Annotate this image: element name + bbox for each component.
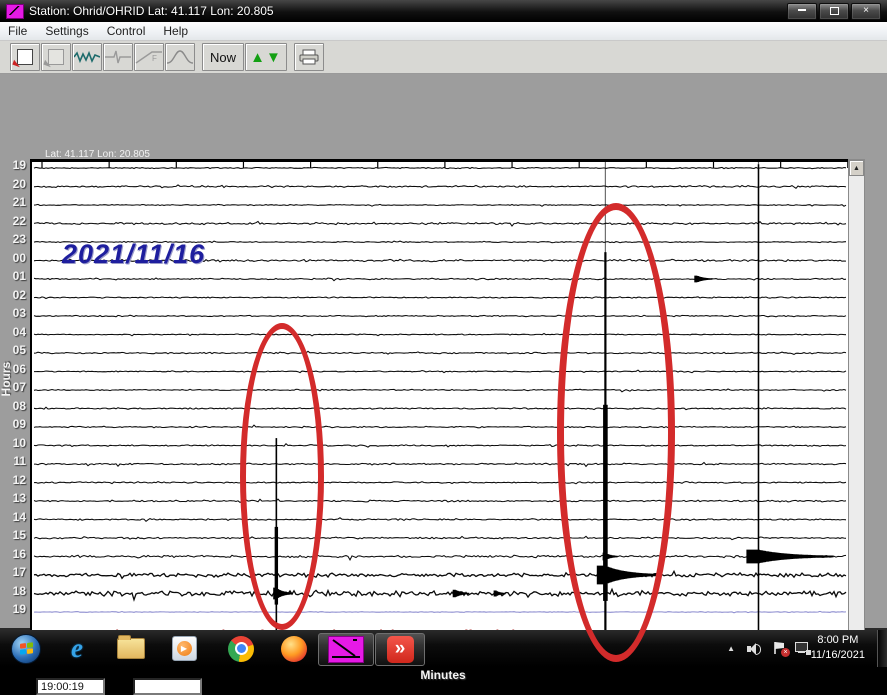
hour-label-7: 02 bbox=[2, 288, 26, 302]
toolbar: F Now ▲▼ bbox=[0, 41, 887, 74]
close-button[interactable]: × bbox=[851, 3, 881, 20]
waveform-button[interactable] bbox=[72, 43, 102, 71]
taskbar-firefox[interactable] bbox=[277, 633, 311, 664]
window-controls: × bbox=[787, 3, 881, 20]
taskbar-file-explorer[interactable] bbox=[114, 633, 148, 664]
hour-label-12: 07 bbox=[2, 380, 26, 394]
hour-label-24: 19 bbox=[2, 602, 26, 616]
bell-curve-icon bbox=[166, 49, 194, 65]
helicorder-plot[interactable]: Sample rate: 18.28 Decimate factor: Gain… bbox=[30, 159, 848, 654]
window-title: Station: Ohrid/OHRID Lat: 41.117 Lon: 20… bbox=[29, 4, 274, 18]
copy-icon bbox=[48, 49, 64, 65]
minutes-axis-label: Minutes bbox=[398, 668, 488, 682]
flag-alert-icon: × bbox=[774, 642, 787, 655]
hour-label-11: 06 bbox=[2, 362, 26, 376]
aux-input[interactable] bbox=[133, 678, 202, 695]
taskbar-anydesk[interactable]: » bbox=[375, 633, 425, 666]
hour-label-10: 05 bbox=[2, 343, 26, 357]
tray-network[interactable] bbox=[795, 630, 811, 667]
svg-text:F: F bbox=[152, 54, 157, 63]
start-time-input[interactable] bbox=[36, 678, 105, 695]
hour-label-23: 18 bbox=[2, 584, 26, 598]
filter-button-disabled[interactable]: F bbox=[134, 43, 164, 71]
hour-label-3: 22 bbox=[2, 214, 26, 228]
copy-button-disabled[interactable] bbox=[41, 43, 71, 71]
green-up-arrow-icon: ▲ bbox=[250, 49, 266, 66]
clock-time: 8:00 PM bbox=[811, 633, 865, 648]
menu-item-help[interactable]: Help bbox=[163, 24, 188, 38]
tray-up-arrow-icon: ▲ bbox=[727, 644, 735, 653]
internet-explorer-icon: e bbox=[71, 633, 83, 664]
hour-label-20: 15 bbox=[2, 528, 26, 542]
impulse-button-disabled[interactable] bbox=[103, 43, 133, 71]
network-icon bbox=[795, 642, 811, 655]
hour-label-0: 19 bbox=[2, 158, 26, 172]
vertical-scrollbar[interactable]: ▲ ▼ bbox=[848, 159, 865, 652]
hour-label-5: 00 bbox=[2, 251, 26, 265]
hour-label-9: 04 bbox=[2, 325, 26, 339]
media-player-icon: ▶ bbox=[172, 636, 197, 661]
hour-label-16: 11 bbox=[2, 454, 26, 468]
print-button[interactable] bbox=[294, 43, 324, 71]
folder-icon bbox=[117, 638, 145, 659]
hour-label-18: 13 bbox=[2, 491, 26, 505]
hour-label-1: 20 bbox=[2, 177, 26, 191]
now-button[interactable]: Now bbox=[202, 43, 244, 71]
hour-label-21: 16 bbox=[2, 547, 26, 561]
taskbar-media-player[interactable]: ▶ bbox=[167, 633, 201, 664]
scrollbar-up-icon[interactable]: ▲ bbox=[849, 160, 864, 176]
windows-start-icon bbox=[11, 634, 41, 664]
client-area: Lat: 41.117 Lon: 20.805 Hours 1920212223… bbox=[0, 74, 887, 630]
menu-item-control[interactable]: Control bbox=[107, 24, 146, 38]
hour-label-8: 03 bbox=[2, 306, 26, 320]
plot-header-latlon: Lat: 41.117 Lon: 20.805 bbox=[45, 149, 150, 160]
chrome-icon bbox=[228, 636, 254, 662]
impulse-icon bbox=[105, 50, 131, 64]
hour-label-13: 08 bbox=[2, 399, 26, 413]
date-label: 2021/11/16 bbox=[62, 239, 205, 270]
clock-date: 11/16/2021 bbox=[811, 648, 865, 663]
scroll-updown-button[interactable]: ▲▼ bbox=[245, 43, 287, 71]
taskbar-internet-explorer[interactable]: e bbox=[60, 633, 94, 664]
tray-show-hidden[interactable]: ▲ bbox=[727, 630, 735, 667]
hour-label-2: 21 bbox=[2, 195, 26, 209]
start-button[interactable] bbox=[10, 633, 42, 664]
tray-action-center[interactable]: × bbox=[774, 630, 787, 667]
taskbar-clock[interactable]: 8:00 PM 11/16/2021 bbox=[811, 633, 865, 663]
firefox-icon bbox=[281, 636, 307, 662]
seismogram-traces bbox=[32, 162, 848, 652]
hour-label-4: 23 bbox=[2, 232, 26, 246]
hour-label-6: 01 bbox=[2, 269, 26, 283]
speaker-icon bbox=[747, 643, 761, 655]
seismograph-app-icon bbox=[328, 636, 364, 663]
printer-icon bbox=[298, 49, 320, 65]
taskbar: e ▶ » ▲ × 8:00 PM 11/16/2021 bbox=[0, 630, 887, 667]
filter-ramp-icon: F bbox=[135, 49, 163, 65]
anydesk-icon: » bbox=[387, 636, 414, 663]
response-button[interactable] bbox=[165, 43, 195, 71]
menubar: File Settings Control Help bbox=[0, 22, 887, 41]
maximize-button[interactable] bbox=[819, 3, 849, 20]
minimize-button[interactable] bbox=[787, 3, 817, 20]
hour-label-22: 17 bbox=[2, 565, 26, 579]
open-button[interactable] bbox=[10, 43, 40, 71]
menu-item-settings[interactable]: Settings bbox=[45, 24, 88, 38]
waveform-icon bbox=[74, 50, 100, 64]
titlebar[interactable]: Station: Ohrid/OHRID Lat: 41.117 Lon: 20… bbox=[0, 0, 887, 22]
menu-item-file[interactable]: File bbox=[8, 24, 27, 38]
green-down-arrow-icon: ▼ bbox=[266, 49, 282, 66]
taskbar-seismograph-app-active[interactable] bbox=[318, 633, 374, 666]
tray-volume[interactable] bbox=[747, 630, 761, 667]
show-desktop-button[interactable] bbox=[877, 630, 887, 667]
desktop: Station: Ohrid/OHRID Lat: 41.117 Lon: 20… bbox=[0, 0, 887, 667]
open-icon bbox=[17, 49, 33, 65]
hour-label-19: 14 bbox=[2, 510, 26, 524]
hour-label-15: 10 bbox=[2, 436, 26, 450]
hour-label-14: 09 bbox=[2, 417, 26, 431]
app-icon bbox=[6, 4, 24, 19]
hour-label-17: 12 bbox=[2, 473, 26, 487]
taskbar-chrome[interactable] bbox=[224, 633, 258, 664]
